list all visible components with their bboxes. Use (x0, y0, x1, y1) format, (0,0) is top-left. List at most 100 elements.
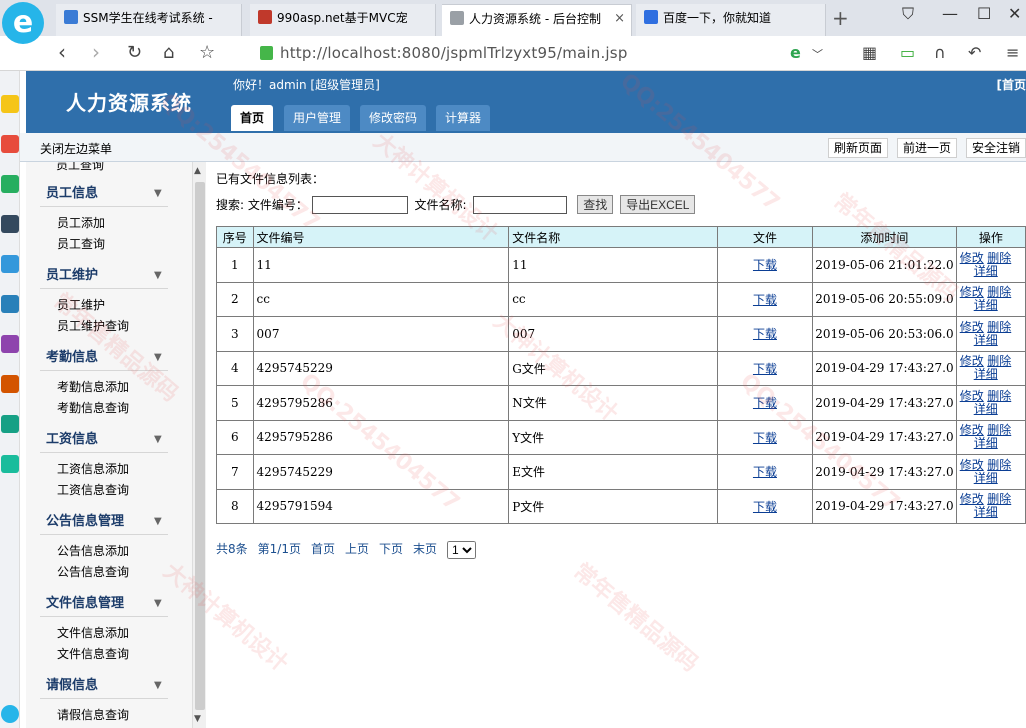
browser-tab-baidu[interactable]: 百度一下，你就知道 (636, 4, 826, 36)
detail-link[interactable]: 详细 (974, 264, 998, 278)
scroll-up-icon[interactable]: ▲ (194, 166, 201, 176)
headphones-icon[interactable]: ∩ (934, 43, 946, 62)
url-text[interactable]: http://localhost:8080/jspmlTrlzyxt95/mai… (280, 44, 628, 62)
url-field[interactable]: http://localhost:8080/jspmlTrlzyxt95/mai… (252, 40, 842, 67)
screen-icon[interactable] (1, 295, 19, 313)
detail-link[interactable]: 详细 (974, 436, 998, 450)
browser-tab-exam[interactable]: SSM学生在线考试系统 - (56, 4, 242, 36)
close-tab-icon[interactable]: × (614, 5, 625, 33)
apps-grid-icon[interactable]: ▦ (862, 43, 877, 62)
menu-item-notice-query[interactable]: 公告信息查询 (26, 562, 192, 583)
pager-first[interactable]: 首页 (311, 542, 335, 556)
menu-scrollbar[interactable]: ▲ ▼ (192, 162, 206, 728)
download-link[interactable]: 下载 (753, 327, 777, 341)
menu-item-maintenance[interactable]: 员工维护 (26, 295, 192, 316)
browser-tab-hr[interactable]: 人力资源系统 - 后台控制 × (442, 4, 632, 36)
game-icon[interactable] (1, 215, 19, 233)
edit-link[interactable]: 修改 (960, 458, 984, 472)
menu-section-header[interactable]: 请假信息 ▼ (26, 674, 192, 698)
menu-item-maintenance-query[interactable]: 员工维护查询 (26, 316, 192, 337)
menu-item-file-add[interactable]: 文件信息添加 (26, 623, 192, 644)
scroll-down-icon[interactable]: ▼ (194, 714, 201, 724)
browser-tab-mvc[interactable]: 990asp.net基于MVC宠 (250, 4, 436, 36)
download-link[interactable]: 下载 (753, 465, 777, 479)
browser-mini-logo-icon[interactable] (1, 705, 19, 723)
file-name-input[interactable] (473, 195, 568, 214)
pager-prev[interactable]: 上页 (345, 542, 369, 556)
menu-item-salary-add[interactable]: 工资信息添加 (26, 459, 192, 480)
forward-icon[interactable]: › (92, 40, 100, 64)
home-icon[interactable]: ⌂ (163, 42, 174, 63)
detail-link[interactable]: 详细 (974, 505, 998, 519)
battery-icon[interactable]: ▭ (900, 43, 915, 62)
delete-link[interactable]: 删除 (987, 389, 1011, 403)
menu-item-employee-query[interactable]: 员工查询 (26, 234, 192, 255)
delete-link[interactable]: 删除 (987, 320, 1011, 334)
app-icon[interactable] (1, 335, 19, 353)
download-link[interactable]: 下载 (753, 431, 777, 445)
menu-item-file-query[interactable]: 文件信息查询 (26, 644, 192, 665)
close-window-icon[interactable]: ✕ (1008, 4, 1021, 23)
delete-link[interactable]: 删除 (987, 251, 1011, 265)
app-icon[interactable] (1, 415, 19, 433)
menu-section-header[interactable]: 公告信息管理 ▼ (26, 510, 192, 534)
scroll-thumb[interactable] (195, 182, 205, 710)
page-select[interactable]: 1 (447, 540, 477, 559)
app-icon[interactable] (1, 455, 19, 473)
weibo-icon[interactable] (1, 135, 19, 153)
menu-section-header[interactable]: 考勤信息 ▼ (26, 346, 192, 370)
menu-item-employee-add[interactable]: 员工添加 (26, 213, 192, 234)
detail-link[interactable]: 详细 (974, 402, 998, 416)
download-link[interactable]: 下载 (753, 500, 777, 514)
delete-link[interactable]: 删除 (987, 458, 1011, 472)
download-link[interactable]: 下载 (753, 258, 777, 272)
menu-item-attendance-query[interactable]: 考勤信息查询 (26, 398, 192, 419)
skin-shirt-icon[interactable]: ⛉ (902, 4, 914, 24)
tab-home[interactable]: 首页 (231, 105, 274, 131)
menu-item-notice-add[interactable]: 公告信息添加 (26, 541, 192, 562)
minimize-icon[interactable]: — (942, 4, 958, 23)
export-excel-button[interactable]: 导出EXCEL (620, 195, 696, 214)
bookmark-star-icon[interactable]: ☆ (199, 42, 215, 63)
undo-icon[interactable]: ↶ (968, 43, 981, 62)
tab-user-management[interactable]: 用户管理 (284, 105, 351, 131)
logout-button[interactable]: 安全注销 (966, 138, 1026, 158)
detail-link[interactable]: 详细 (974, 333, 998, 347)
tab-calculator[interactable]: 计算器 (436, 105, 491, 131)
menu-section-header[interactable]: 员工维护 ▼ (26, 264, 192, 288)
mail-icon[interactable] (1, 175, 19, 193)
close-left-menu-link[interactable]: 关闭左边菜单 (40, 140, 112, 157)
refresh-page-button[interactable]: 刷新页面 (828, 138, 889, 158)
new-tab-button[interactable]: + (832, 6, 849, 30)
forward-page-button[interactable]: 前进一页 (897, 138, 958, 158)
app-icon[interactable] (1, 375, 19, 393)
browser-logo-icon[interactable]: e (2, 2, 44, 44)
engine-icon[interactable]: e (790, 43, 801, 62)
download-link[interactable]: 下载 (753, 293, 777, 307)
menu-icon[interactable]: ≡ (1006, 43, 1019, 62)
download-link[interactable]: 下载 (753, 362, 777, 376)
detail-link[interactable]: 详细 (974, 298, 998, 312)
favorites-star-icon[interactable] (1, 95, 19, 113)
maximize-icon[interactable]: ☐ (977, 4, 991, 23)
detail-link[interactable]: 详细 (974, 367, 998, 381)
tab-change-password[interactable]: 修改密码 (360, 105, 427, 131)
menu-section-header[interactable]: 工资信息 ▼ (26, 428, 192, 452)
menu-section-header[interactable]: 文件信息管理 ▼ (26, 592, 192, 616)
pager-last[interactable]: 末页 (413, 542, 437, 556)
reload-icon[interactable]: ↻ (127, 42, 142, 63)
menu-item-attendance-add[interactable]: 考勤信息添加 (26, 377, 192, 398)
doc-icon[interactable] (1, 255, 19, 273)
chevron-down-icon[interactable]: ﹀ (812, 46, 823, 62)
pager-next[interactable]: 下页 (379, 542, 403, 556)
edit-link[interactable]: 修改 (960, 389, 984, 403)
menu-item-cut[interactable]: 员工查询 (56, 162, 104, 173)
menu-item-leave-query[interactable]: 请假信息查询 (26, 705, 192, 726)
download-link[interactable]: 下载 (753, 396, 777, 410)
search-button[interactable]: 查找 (577, 195, 614, 214)
edit-link[interactable]: 修改 (960, 251, 984, 265)
menu-section-header[interactable]: 员工信息 ▼ (26, 182, 192, 206)
edit-link[interactable]: 修改 (960, 320, 984, 334)
detail-link[interactable]: 详细 (974, 471, 998, 485)
file-number-input[interactable] (311, 195, 408, 214)
